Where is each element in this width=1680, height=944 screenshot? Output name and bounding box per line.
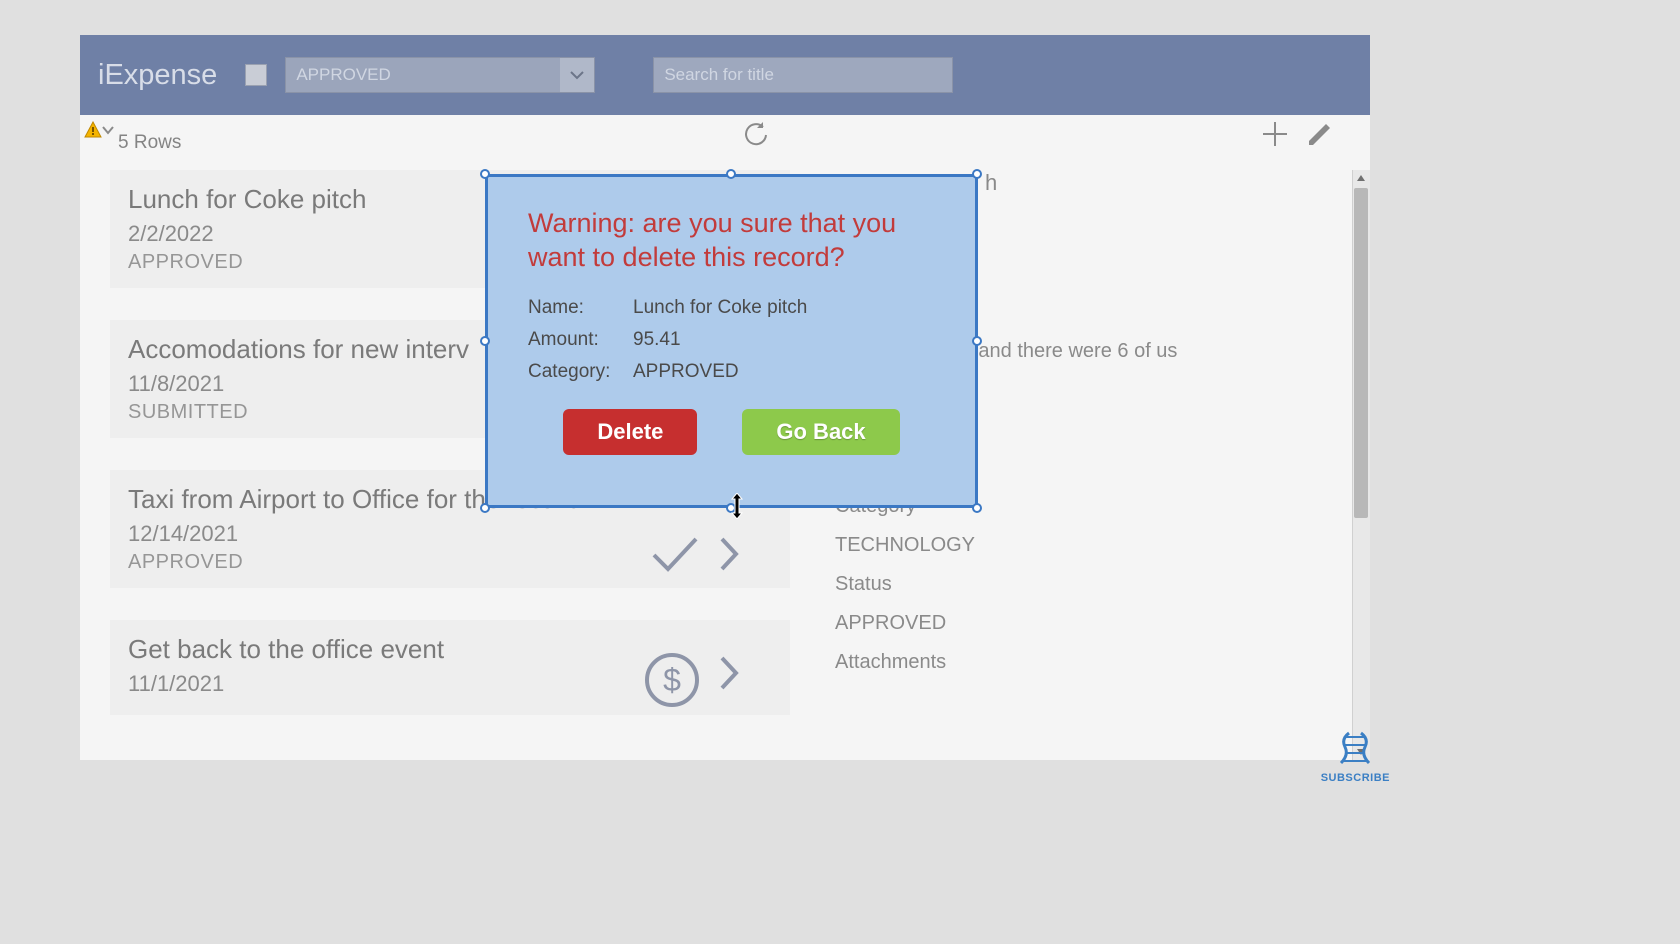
- header-bar: iExpense APPROVED Search for title: [80, 35, 1370, 115]
- chevron-down-icon: [560, 58, 594, 92]
- dialog-amount-value: 95.41: [633, 329, 935, 351]
- toolbar: 5 Rows: [80, 115, 1370, 170]
- resize-handle[interactable]: [480, 503, 490, 513]
- dialog-category-value: APPROVED: [633, 361, 935, 383]
- chevron-down-icon[interactable]: [102, 123, 114, 141]
- dialog-amount-label: Amount:: [528, 329, 633, 351]
- resize-handle[interactable]: [972, 503, 982, 513]
- resize-handle[interactable]: [480, 169, 490, 179]
- delete-button[interactable]: Delete: [563, 409, 697, 455]
- chevron-right-icon[interactable]: [718, 654, 740, 697]
- dialog-title: Warning: are you sure that you want to d…: [528, 207, 935, 275]
- scroll-up-icon[interactable]: [1352, 170, 1370, 186]
- chevron-right-icon[interactable]: [718, 535, 740, 578]
- svg-text:$: $: [663, 662, 681, 698]
- resize-handle[interactable]: [972, 169, 982, 179]
- filter-dropdown-value: APPROVED: [286, 65, 560, 85]
- row-count-label: 5 Rows: [118, 132, 181, 154]
- warning-icon: [84, 121, 102, 144]
- search-placeholder: Search for title: [664, 65, 774, 85]
- go-back-button[interactable]: Go Back: [742, 409, 899, 455]
- dialog-name-label: Name:: [528, 297, 633, 319]
- pencil-icon[interactable]: [1305, 119, 1335, 154]
- scrollbar[interactable]: [1352, 170, 1370, 760]
- detail-status: APPROVED: [835, 612, 1315, 635]
- dna-icon: [1335, 731, 1375, 767]
- app-title: iExpense: [98, 59, 217, 92]
- subscribe-badge[interactable]: SUBSCRIBE: [1321, 731, 1390, 784]
- resize-cursor-icon: [727, 493, 747, 524]
- dollar-icon[interactable]: $: [644, 652, 700, 713]
- detail-category: TECHNOLOGY: [835, 534, 1315, 557]
- detail-status-label: Status: [835, 573, 1315, 596]
- dialog-category-label: Category:: [528, 361, 633, 383]
- filter-dropdown[interactable]: APPROVED: [285, 57, 595, 93]
- resize-handle[interactable]: [972, 336, 982, 346]
- refresh-icon[interactable]: [740, 119, 772, 156]
- dialog-name-value: Lunch for Coke pitch: [633, 297, 935, 319]
- delete-confirm-dialog: Warning: are you sure that you want to d…: [485, 174, 978, 508]
- scrollbar-thumb[interactable]: [1354, 188, 1368, 518]
- plus-icon[interactable]: [1260, 119, 1290, 154]
- search-input[interactable]: Search for title: [653, 57, 953, 93]
- resize-handle[interactable]: [480, 336, 490, 346]
- detail-title-fragment: h: [985, 170, 1315, 196]
- resize-handle[interactable]: [726, 169, 736, 179]
- list-item[interactable]: Get back to the office event 11/1/2021 $: [110, 620, 790, 715]
- filter-checkbox[interactable]: [245, 64, 267, 86]
- checkmark-icon[interactable]: [650, 535, 700, 578]
- detail-attachments-label: Attachments: [835, 651, 1315, 674]
- subscribe-label: SUBSCRIBE: [1321, 772, 1390, 784]
